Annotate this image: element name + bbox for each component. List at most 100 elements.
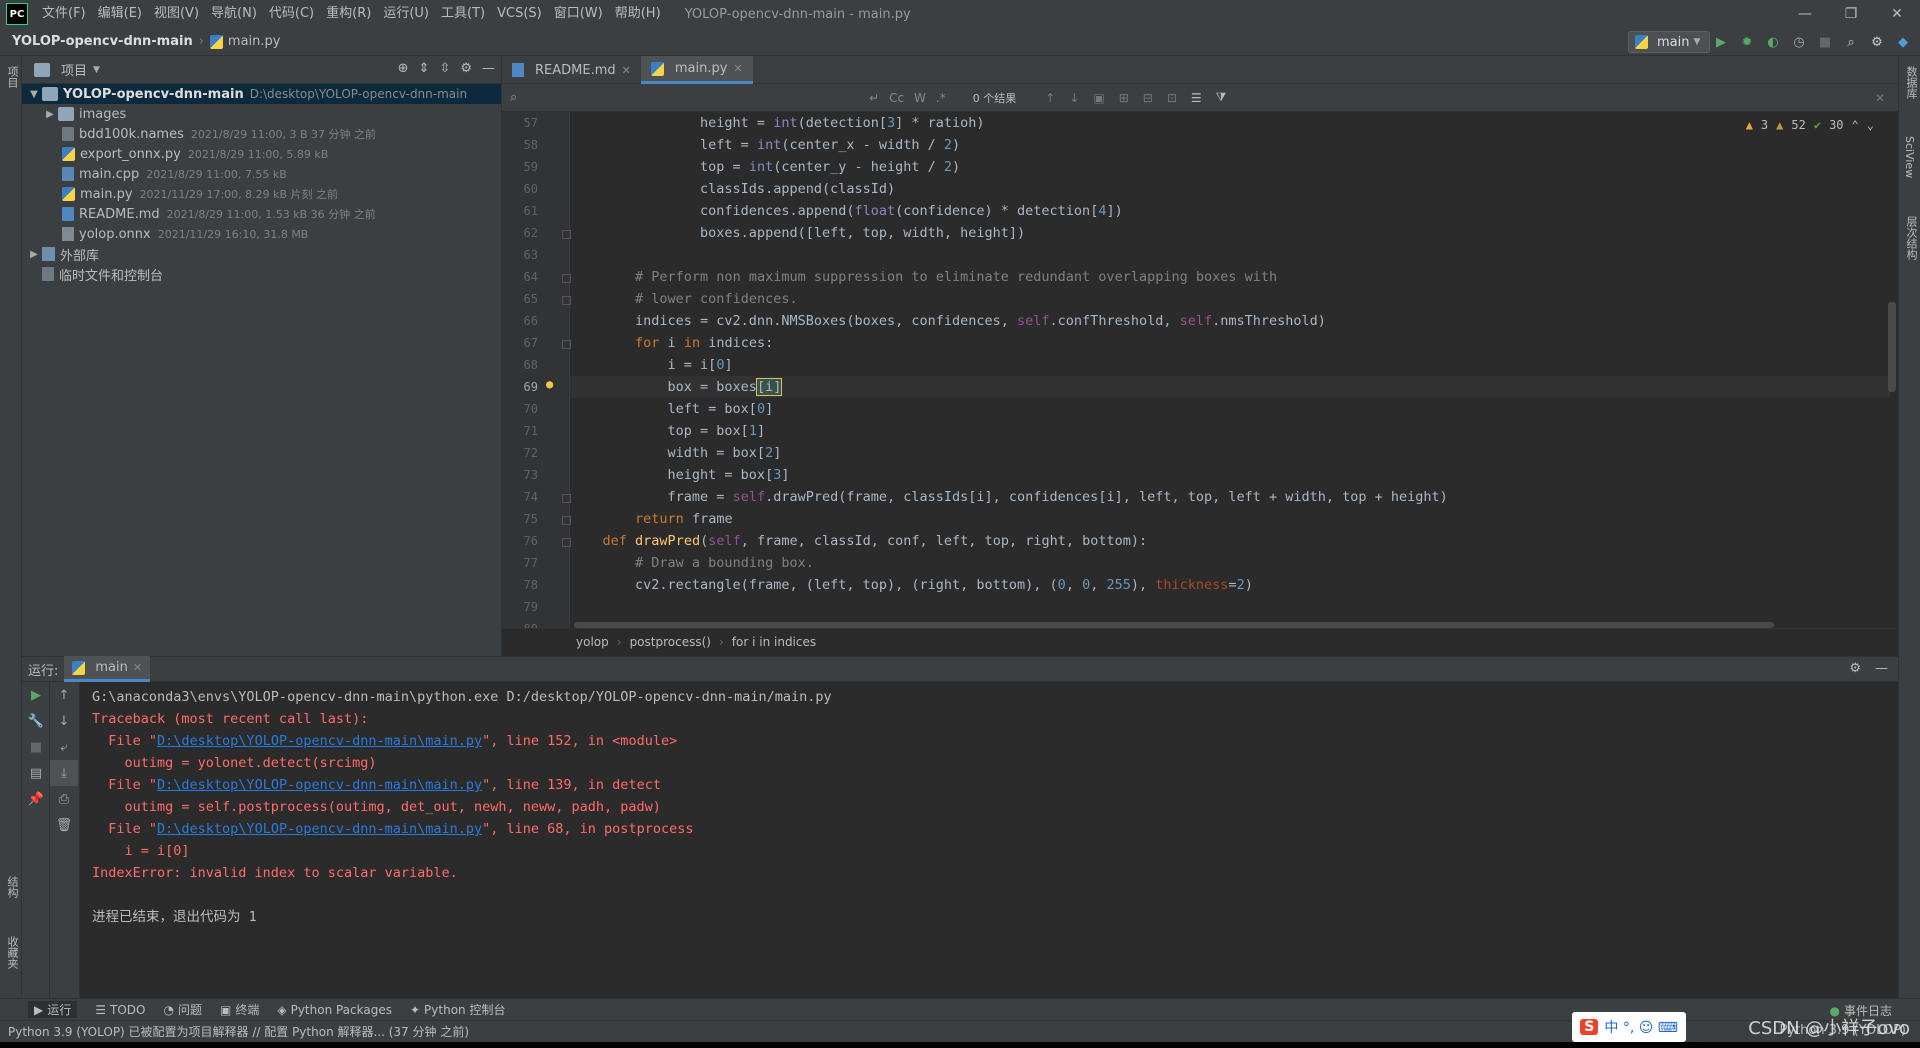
tree-item-yolop-onnx[interactable]: yolop.onnx 2021/11/29 16:10, 31.8 MB	[22, 224, 501, 244]
console-file-link[interactable]: D:\desktop\YOLOP-opencv-dnn-main\main.py	[157, 777, 482, 793]
stop-icon[interactable]: ■	[22, 734, 50, 760]
close-icon[interactable]: ✕	[133, 661, 142, 674]
chevron-up-icon[interactable]: ⌃	[1852, 118, 1859, 132]
close-icon[interactable]: ✕	[733, 62, 742, 75]
breadcrumb-method[interactable]: postprocess()	[630, 635, 711, 649]
structure-tool-button[interactable]: 结构	[4, 876, 20, 898]
add-selection-icon[interactable]: ⊞	[1119, 91, 1129, 105]
tab-run-main[interactable]: main ✕	[64, 656, 151, 682]
menu-help[interactable]: 帮助(H)	[609, 0, 667, 28]
problems-tool-button[interactable]: ◔ 问题	[163, 1001, 202, 1018]
tree-item-main-py[interactable]: main.py 2021/11/29 17:00, 8.29 kB 片刻 之前	[22, 184, 501, 204]
coverage-icon[interactable]: ◐	[1764, 33, 1782, 51]
locate-icon[interactable]: ⊕	[398, 61, 409, 76]
console-file-link[interactable]: D:\desktop\YOLOP-opencv-dnn-main\main.py	[157, 821, 482, 837]
whole-word-toggle[interactable]: W	[914, 91, 926, 105]
chevron-down-icon[interactable]: ⌄	[1867, 118, 1874, 132]
profile-icon[interactable]: ◷	[1790, 33, 1808, 51]
menu-code[interactable]: 代码(C)	[263, 0, 320, 28]
filter-icon[interactable]: ⧩	[1216, 90, 1227, 105]
arrow-down-icon[interactable]: ↓	[50, 708, 78, 734]
ime-toolbar[interactable]: S 中 °, ☺ ⌨	[1572, 1012, 1686, 1042]
search-everywhere-icon[interactable]: ⌕	[1842, 33, 1860, 51]
hierarchy-tool-button[interactable]: 层次结构	[1903, 216, 1919, 260]
plugin-icon[interactable]: ◆	[1894, 33, 1912, 51]
hide-icon[interactable]: —	[482, 61, 495, 76]
breadcrumb-file[interactable]: main.py	[228, 34, 281, 49]
database-tool-button[interactable]: 数据库	[1903, 66, 1919, 99]
collapse-all-icon[interactable]: ⇳	[439, 61, 450, 76]
tab-main-py[interactable]: main.py ✕	[640, 56, 753, 84]
gear-icon[interactable]: ⚙	[1849, 661, 1861, 676]
tree-item-readme[interactable]: README.md 2021/8/29 11:00, 1.53 kB 36 分钟…	[22, 204, 501, 224]
close-icon[interactable]: ✕	[622, 64, 631, 77]
menu-run[interactable]: 运行(U)	[377, 0, 435, 28]
favorites-tool-button[interactable]: 收藏夹	[4, 936, 20, 969]
status-message[interactable]: Python 3.9 (YOLOP) 已被配置为项目解释器 // 配置 Pyth…	[8, 1023, 469, 1040]
tree-item-scratches[interactable]: 临时文件和控制台	[22, 264, 501, 284]
remove-selection-icon[interactable]: ⊟	[1143, 91, 1153, 105]
project-tool-button[interactable]: 项目	[4, 66, 20, 88]
chevron-right-icon[interactable]: ▶	[42, 109, 58, 120]
rerun-icon[interactable]: ▶	[22, 682, 50, 708]
scroll-to-end-icon[interactable]: ⤓	[50, 760, 78, 786]
select-all-icon[interactable]: ⊡	[1167, 91, 1177, 105]
trash-icon[interactable]: 🗑	[50, 812, 78, 838]
tree-item-bdd100k-names[interactable]: bdd100k.names 2021/8/29 11:00, 3 B 37 分钟…	[22, 124, 501, 144]
breadcrumb-class[interactable]: yolop	[576, 635, 609, 649]
regex-toggle[interactable]: .*	[936, 91, 946, 105]
run-console[interactable]: G:\anaconda3\envs\YOLOP-opencv-dnn-main\…	[80, 682, 1898, 998]
python-packages-tool-button[interactable]: ◈ Python Packages	[277, 1003, 392, 1017]
lightbulb-icon[interactable]: ●	[546, 377, 553, 391]
inspection-widget[interactable]: ▲ 3 ▲ 52 ✔ 30 ⌃ ⌄	[1746, 118, 1874, 132]
chevron-down-icon[interactable]: ▼	[26, 89, 42, 100]
previous-occurrence-icon[interactable]: ↑	[1045, 91, 1055, 105]
menu-tools[interactable]: 工具(T)	[435, 0, 491, 28]
new-line-icon[interactable]: ↵	[869, 91, 879, 105]
next-occurrence-icon[interactable]: ↓	[1069, 91, 1079, 105]
wrench-icon[interactable]: 🔧	[22, 708, 50, 734]
stop-icon[interactable]: ■	[1816, 33, 1834, 51]
hide-icon[interactable]: —	[1875, 661, 1888, 676]
python-console-tool-button[interactable]: ✦ Python 控制台	[410, 1001, 505, 1018]
run-icon[interactable]: ▶	[1712, 33, 1730, 51]
maximize-button[interactable]: ❐	[1828, 0, 1874, 28]
tree-item-external-libraries[interactable]: ▶ 外部库	[22, 244, 501, 264]
debug-icon[interactable]: ✹	[1738, 33, 1756, 51]
sciview-tool-button[interactable]: SciView	[1903, 136, 1916, 178]
breadcrumb-block[interactable]: for i in indices	[732, 635, 816, 649]
layout-icon[interactable]: ▤	[22, 760, 50, 786]
search-input[interactable]	[524, 86, 864, 109]
soft-wrap-icon[interactable]: ⤶	[50, 734, 78, 760]
pin-icon[interactable]: 📌	[22, 786, 50, 812]
close-find-icon[interactable]: ✕	[1875, 91, 1885, 105]
tree-item-images[interactable]: ▶ images	[22, 104, 501, 124]
menu-edit[interactable]: 编辑(E)	[92, 0, 148, 28]
run-tool-button[interactable]: ▶ 运行	[28, 1001, 78, 1018]
chevron-right-icon[interactable]: ▶	[26, 249, 42, 260]
breadcrumb-project[interactable]: YOLOP-opencv-dnn-main	[12, 34, 193, 49]
menu-view[interactable]: 视图(V)	[148, 0, 205, 28]
select-all-occurrences-icon[interactable]: ▣	[1093, 91, 1104, 105]
menu-vcs[interactable]: VCS(S)	[491, 0, 548, 28]
menu-window[interactable]: 窗口(W)	[548, 0, 609, 28]
project-view-select[interactable]: 项目	[61, 60, 87, 79]
match-case-toggle[interactable]: Cc	[889, 91, 904, 105]
arrow-up-icon[interactable]: ↑	[50, 682, 78, 708]
menu-navigate[interactable]: 导航(N)	[205, 0, 263, 28]
expand-all-icon[interactable]: ⇕	[419, 61, 430, 76]
tree-item-main-cpp[interactable]: main.cpp 2021/8/29 11:00, 7.55 kB	[22, 164, 501, 184]
terminal-tool-button[interactable]: ▣ 终端	[220, 1001, 259, 1018]
code-area[interactable]: height = int(detection[3] * ratioh) left…	[570, 112, 1890, 628]
close-window-button[interactable]: ✕	[1874, 0, 1920, 28]
run-configuration-select[interactable]: main ▼	[1628, 31, 1710, 53]
menu-file[interactable]: 文件(F)	[36, 0, 92, 28]
tab-readme[interactable]: README.md ✕	[502, 56, 641, 84]
chevron-down-icon[interactable]: ▼	[93, 65, 100, 75]
print-icon[interactable]: ⎙	[50, 786, 78, 812]
menu-refactor[interactable]: 重构(R)	[320, 0, 377, 28]
todo-tool-button[interactable]: ☰ TODO	[95, 1003, 145, 1017]
multiline-icon[interactable]: ☰	[1191, 91, 1202, 105]
console-file-link[interactable]: D:\desktop\YOLOP-opencv-dnn-main\main.py	[157, 733, 482, 749]
code-editor[interactable]: 57 58 59 60 61 62 63 64 65 66 67 68 69 7…	[502, 112, 1898, 628]
